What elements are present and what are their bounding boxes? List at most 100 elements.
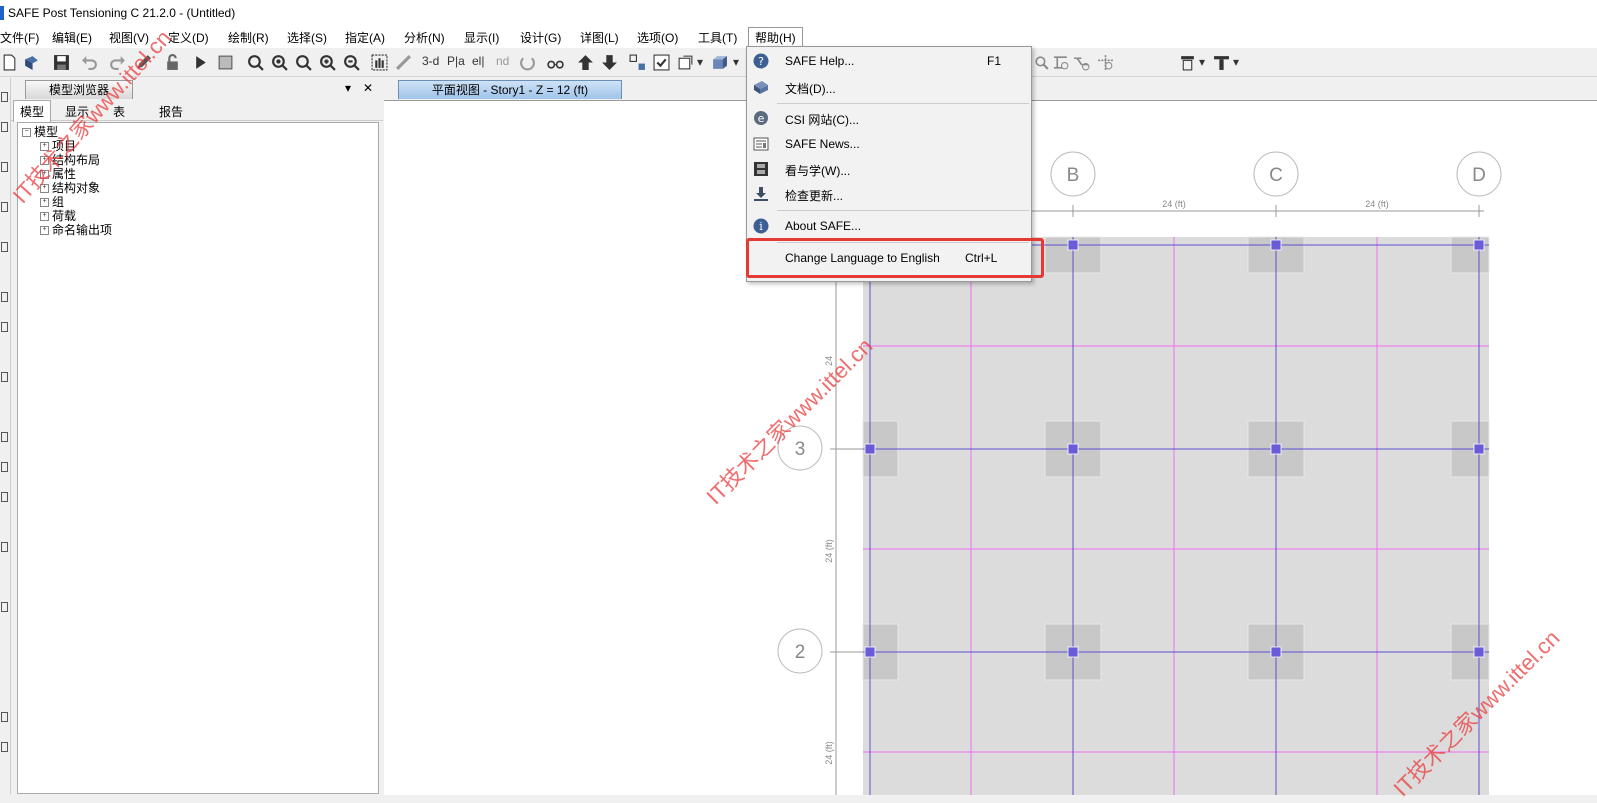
zoom-previous-icon[interactable] [294,53,312,71]
menu-help[interactable]: 帮助(H) [748,27,803,48]
menu-item-about-safe[interactable]: i About SAFE... [747,215,1031,237]
tree-node-structure-objects[interactable]: + 结构对象 [40,181,100,195]
menu-display[interactable]: 显示(I) [464,29,499,47]
tree-node-loads[interactable]: + 荷载 [40,209,76,223]
menu-item-csi-website[interactable]: e CSI 网站(C)... [747,107,1031,129]
pencil-icon[interactable] [134,53,152,71]
expand-icon[interactable]: + [40,212,49,222]
menu-design[interactable]: 设计(G) [520,29,561,47]
draw-tool-icon[interactable] [1,462,8,472]
tree-node-structure-layout[interactable]: + 结构布局 [40,153,100,167]
tree-root[interactable]: − 模型 [22,125,58,139]
menu-analyze[interactable]: 分析(N) [404,29,445,47]
tree-node-groups[interactable]: + 组 [40,195,64,209]
model-lock-icon[interactable] [216,53,234,71]
draw-tool-icon[interactable] [1,492,8,502]
menu-define[interactable]: 定义(D) [168,29,209,47]
expand-icon[interactable]: + [40,198,49,208]
section-cut-icon[interactable] [1178,53,1196,71]
panel-close-icon[interactable]: ✕ [363,81,373,95]
zoom-rubber-band-icon[interactable] [246,53,264,71]
menu-select[interactable]: 选择(S) [287,29,327,47]
menu-edit[interactable]: 编辑(E) [52,29,92,47]
object-shrink-icon[interactable] [676,53,694,71]
tab-tables[interactable]: 表 [113,103,125,120]
chevron-down-icon[interactable]: ▾ [732,53,740,71]
new-file-icon[interactable] [0,53,18,71]
zoom-restore-icon[interactable] [270,53,288,71]
measure-icon[interactable] [394,53,412,71]
plan-view-button[interactable]: P|a [447,54,465,68]
draw-tool-icon[interactable] [1,432,8,442]
model-browser-title[interactable]: 模型浏览器 [25,80,133,99]
panel-dropdown-icon[interactable]: ▾ [345,81,351,95]
tree-node-named-output[interactable]: + 命名输出项 [40,223,112,237]
draw-tool-icon[interactable] [1,292,8,302]
collapse-icon[interactable]: − [22,128,31,138]
tree-node-properties[interactable]: + 属性 [40,167,76,181]
chevron-down-icon[interactable]: ▾ [696,53,704,71]
zoom-out-icon[interactable] [342,53,360,71]
display-tool-4-icon[interactable] [1096,53,1114,71]
chevron-down-icon[interactable]: ▾ [1232,53,1240,71]
draw-tool-icon[interactable] [1,742,8,752]
draw-tool-icon[interactable] [1,242,8,252]
grid-label-2: 2 [795,642,806,663]
plan-view-tab[interactable]: 平面视图 - Story1 - Z = 12 (ft) [398,80,622,99]
redo-icon[interactable] [108,53,126,71]
zoom-in-icon[interactable] [318,53,336,71]
menu-detailing[interactable]: 详图(L) [580,29,619,47]
expand-icon[interactable]: + [40,142,49,152]
undo-icon[interactable] [80,53,98,71]
run-analysis-icon[interactable] [192,53,210,71]
menu-view[interactable]: 视图(V) [109,29,149,47]
menu-item-check-updates[interactable]: 检查更新... [747,183,1031,205]
draw-tool-icon[interactable] [1,372,8,382]
draw-tool-icon[interactable] [1,712,8,722]
select-all-icon[interactable] [628,53,646,71]
tab-reports[interactable]: 报告 [159,103,183,120]
menu-assign[interactable]: 指定(A) [345,29,385,47]
draw-tool-icon[interactable] [1,602,8,612]
nd-view-button[interactable]: nd [496,54,509,68]
draw-tool-icon[interactable] [1,542,8,552]
lock-icon[interactable] [163,53,181,71]
expand-icon[interactable]: + [40,184,49,194]
menu-options[interactable]: 选项(O) [637,29,678,47]
glasses-icon[interactable] [546,53,564,71]
chevron-down-icon[interactable]: ▾ [1198,53,1206,71]
draw-tool-icon[interactable] [1,162,8,172]
tab-model[interactable]: 模型 [13,100,52,122]
menu-item-safe-news[interactable]: SAFE News... [747,133,1031,155]
menu-item-watch-and-learn[interactable]: 看与学(W)... [747,158,1031,180]
draw-tool-icon[interactable] [1,322,8,332]
open-icon[interactable] [22,53,40,71]
tree-node-project[interactable]: + 项目 [40,139,76,153]
draw-tool-icon[interactable] [1,92,8,102]
checkbox-icon[interactable] [652,53,670,71]
expand-icon[interactable]: + [40,170,49,180]
display-tool-1-icon[interactable] [1032,53,1050,71]
grid-label-c: C [1269,165,1283,186]
expand-icon[interactable]: + [40,156,49,166]
menu-item-safe-help[interactable]: ? SAFE Help... F1 [747,50,1031,72]
extrude-icon[interactable] [710,53,728,71]
menu-draw[interactable]: 绘制(R) [228,29,269,47]
draw-tool-icon[interactable] [1,122,8,132]
view-3d-button[interactable]: 3-d [422,54,439,68]
display-tool-2-icon[interactable] [1052,53,1070,71]
tab-display[interactable]: 显示 [65,103,89,120]
move-down-icon[interactable] [600,53,618,71]
display-tool-3-icon[interactable] [1072,53,1090,71]
elevation-view-button[interactable]: el| [472,54,484,68]
draw-tool-icon[interactable] [1,202,8,212]
expand-icon[interactable]: + [40,226,49,236]
pan-icon[interactable] [370,53,388,71]
menu-item-documentation[interactable]: 文档(D)... [747,76,1031,98]
save-icon[interactable] [52,53,70,71]
rotate-icon[interactable] [518,53,536,71]
move-up-icon[interactable] [576,53,594,71]
menu-file[interactable]: 文件(F) [0,29,39,47]
tendon-icon[interactable] [1212,53,1230,71]
menu-tools[interactable]: 工具(T) [698,29,737,47]
